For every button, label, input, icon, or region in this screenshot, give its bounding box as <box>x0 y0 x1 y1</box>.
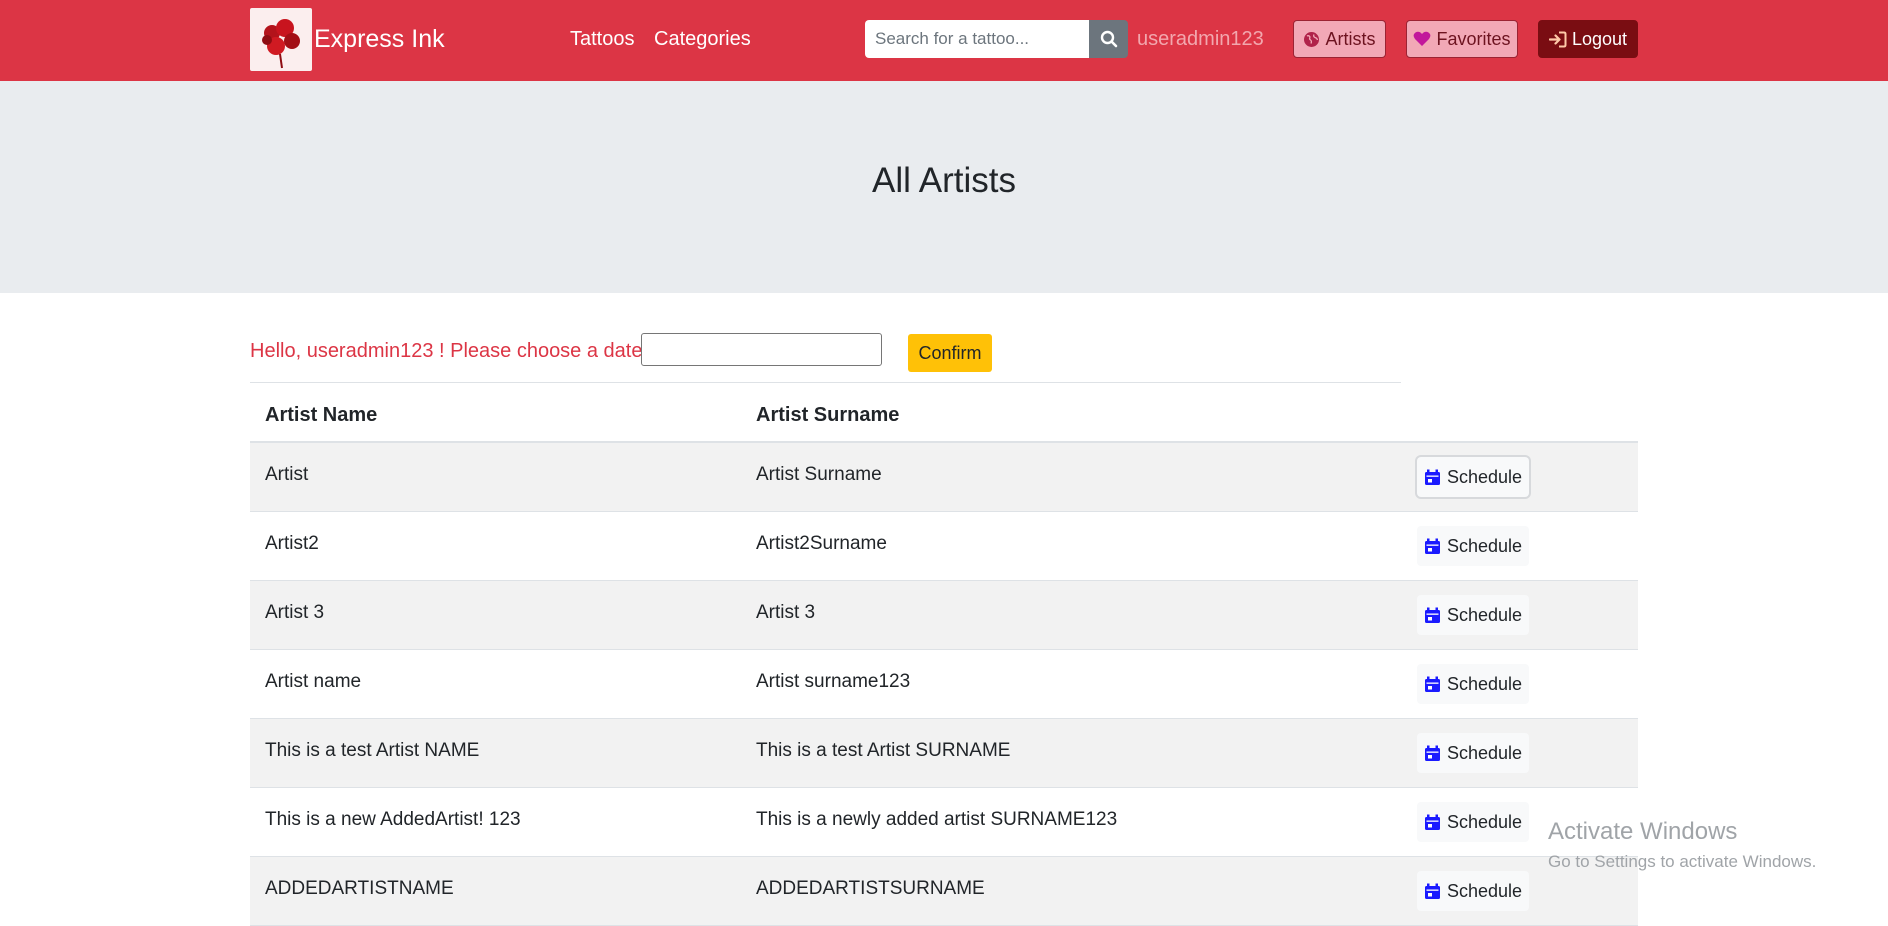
artists-button-label: Artists <box>1325 28 1376 49</box>
schedule-button-label: Schedule <box>1446 811 1523 832</box>
calendar-icon <box>1424 607 1440 623</box>
schedule-button[interactable]: Schedule <box>1417 733 1529 773</box>
calendar-icon <box>1424 814 1440 830</box>
table-row: Artist 3 Artist 3 Schedule <box>250 581 1638 650</box>
artist-surname-cell: Artist Surname <box>756 464 882 485</box>
sign-in-icon <box>1548 31 1567 47</box>
artist-name-cell: Artist <box>265 464 309 485</box>
calendar-icon <box>1424 676 1440 692</box>
calendar-icon <box>1424 538 1440 554</box>
brand-logo <box>250 8 312 71</box>
artist-surname-cell: Artist2Surname <box>756 533 887 554</box>
artist-name-cell: Artist 3 <box>265 602 325 623</box>
calendar-icon <box>1424 469 1440 485</box>
nav-link-categories[interactable]: Categories <box>654 28 751 51</box>
calendar-icon <box>1424 883 1440 899</box>
search-input[interactable] <box>865 20 1089 58</box>
schedule-button-label: Schedule <box>1446 535 1523 556</box>
schedule-button[interactable]: Schedule <box>1417 457 1529 497</box>
artist-name-cell: ADDEDARTISTNAME <box>265 878 454 899</box>
schedule-button-label: Schedule <box>1446 880 1523 901</box>
table-row: Artist2 Artist2Surname Schedule <box>250 512 1638 581</box>
artist-name-cell: Artist2 <box>265 533 319 554</box>
artist-name-cell: This is a new AddedArtist! 123 <box>265 809 521 830</box>
logout-button-label: Logout <box>1571 28 1628 49</box>
navbar: Express Ink Tattoos Categories useradmin… <box>0 0 1888 81</box>
header-artist-surname: Artist Surname <box>756 404 900 426</box>
activate-windows-subtitle: Go to Settings to activate Windows. <box>1548 852 1817 871</box>
calendar-icon <box>1424 745 1440 761</box>
brand[interactable]: Express Ink <box>250 8 445 71</box>
schedule-button[interactable]: Schedule <box>1417 802 1529 842</box>
table-row: Artist Artist Surname Schedule <box>250 443 1638 512</box>
artist-surname-cell: ADDEDARTISTSURNAME <box>756 878 985 899</box>
table-row: Artist name Artist surname123 Schedule <box>250 650 1638 719</box>
table-row: This is a test Artist NAME This is a tes… <box>250 719 1638 788</box>
artist-name-cell: This is a test Artist NAME <box>265 740 480 761</box>
nav-link-tattoos[interactable]: Tattoos <box>570 28 634 51</box>
artist-surname-cell: Artist surname123 <box>756 671 911 692</box>
brand-name: Express Ink <box>314 25 445 53</box>
schedule-button-label: Schedule <box>1446 466 1523 487</box>
artist-surname-cell: This is a test Artist SURNAME <box>756 740 1011 761</box>
schedule-button[interactable]: Schedule <box>1417 871 1529 911</box>
logout-button[interactable]: Logout <box>1538 20 1638 58</box>
page-header: All Artists <box>0 81 1888 293</box>
date-input[interactable] <box>641 333 882 366</box>
schedule-button-label: Schedule <box>1446 673 1523 694</box>
artists-table: Artist Name Artist Surname Artist Artist… <box>250 383 1638 926</box>
artist-surname-cell: Artist 3 <box>756 602 816 623</box>
schedule-button-label: Schedule <box>1446 604 1523 625</box>
schedule-button[interactable]: Schedule <box>1417 664 1529 704</box>
heart-icon <box>1414 31 1431 46</box>
artists-button[interactable]: Artists <box>1293 20 1386 58</box>
table-header: Artist Name Artist Surname <box>250 383 1638 443</box>
favorites-button-label: Favorites <box>1436 28 1511 49</box>
username-link[interactable]: useradmin123 <box>1137 28 1264 51</box>
greeting-text: Hello, useradmin123 ! Please choose a da… <box>250 340 649 362</box>
artist-name-cell: Artist name <box>265 671 362 692</box>
favorites-button[interactable]: Favorites <box>1406 20 1518 58</box>
confirm-button[interactable]: Confirm <box>908 334 992 372</box>
search-icon <box>1100 30 1117 48</box>
page-title: All Artists <box>872 161 1016 200</box>
globe-icon <box>1304 31 1320 47</box>
schedule-button-label: Schedule <box>1446 742 1523 763</box>
table-row: This is a new AddedArtist! 123 This is a… <box>250 788 1638 857</box>
search-button[interactable] <box>1089 20 1128 58</box>
header-artist-name: Artist Name <box>265 404 378 426</box>
schedule-button[interactable]: Schedule <box>1417 526 1529 566</box>
schedule-button[interactable]: Schedule <box>1417 595 1529 635</box>
activate-windows-title: Activate Windows <box>1548 818 1738 845</box>
artist-surname-cell: This is a newly added artist SURNAME123 <box>756 809 1118 830</box>
